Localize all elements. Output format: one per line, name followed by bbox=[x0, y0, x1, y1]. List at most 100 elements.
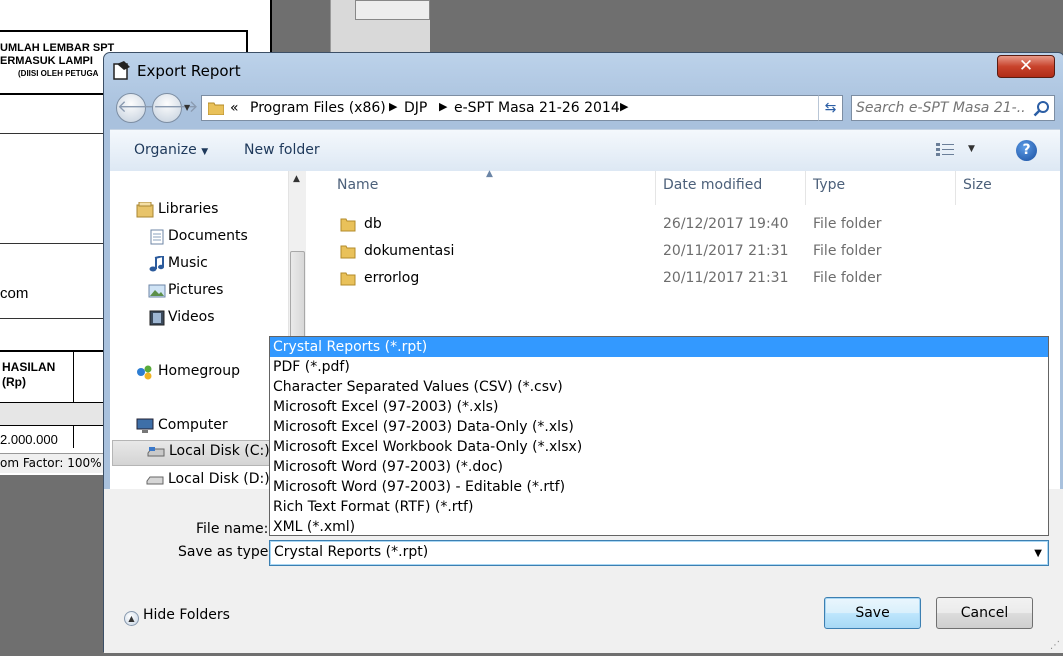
nav-label: Music bbox=[168, 255, 208, 271]
save-as-type-label: Save as type: bbox=[178, 544, 274, 560]
search-box[interactable] bbox=[851, 95, 1055, 121]
cancel-button[interactable]: Cancel bbox=[936, 597, 1033, 629]
file-name: dokumentasi bbox=[364, 243, 455, 259]
column-type[interactable]: Type bbox=[813, 177, 845, 201]
close-button[interactable]: ✕ bbox=[997, 55, 1055, 78]
address-bar[interactable]: « Program Files (x86) ▶ DJP ▶ e-SPT Masa… bbox=[201, 95, 843, 121]
nav-item-libraries[interactable]: Libraries bbox=[110, 199, 288, 223]
column-header: ▲ Name Date modified Type Size bbox=[314, 169, 1060, 205]
report-column-unit: (Rp) bbox=[2, 375, 26, 389]
save-as-type-dropdown-list: Crystal Reports (*.rpt) PDF (*.pdf) Char… bbox=[269, 336, 1049, 536]
save-button[interactable]: Save bbox=[824, 597, 921, 629]
videos-icon bbox=[149, 310, 165, 326]
scroll-up-icon[interactable]: ▲ bbox=[293, 174, 300, 184]
type-option-rtf[interactable]: Rich Text Format (RTF) (*.rtf) bbox=[270, 497, 1048, 517]
documents-icon bbox=[150, 229, 164, 245]
save-as-type-select[interactable]: Crystal Reports (*.rpt) ▼ bbox=[269, 540, 1049, 566]
file-name-label: File name: bbox=[196, 521, 269, 537]
file-date: 20/11/2017 21:31 bbox=[663, 270, 789, 286]
folder-icon bbox=[208, 102, 224, 115]
column-size[interactable]: Size bbox=[963, 177, 992, 201]
recent-locations-icon[interactable]: ▼ bbox=[184, 103, 190, 112]
dialog-title: Export Report bbox=[137, 62, 241, 80]
chevron-up-icon: ▲ bbox=[124, 611, 139, 626]
resize-grip-icon[interactable]: ⋰ bbox=[1050, 640, 1060, 651]
type-option-xml[interactable]: XML (*.xml) bbox=[270, 517, 1048, 537]
nav-label: Local Disk (C:) bbox=[169, 443, 270, 459]
report-header-line3: (DIISI OLEH PETUGA bbox=[18, 69, 99, 78]
file-name: errorlog bbox=[364, 270, 420, 286]
search-input[interactable] bbox=[856, 99, 1026, 117]
nav-label: Local Disk (D:) bbox=[168, 471, 270, 487]
sort-ascending-icon: ▲ bbox=[486, 169, 493, 179]
scrollbar-thumb[interactable] bbox=[290, 251, 305, 341]
search-icon[interactable] bbox=[1033, 100, 1050, 117]
crystal-reports-icon bbox=[113, 61, 130, 80]
file-type: File folder bbox=[813, 216, 882, 232]
column-date-modified[interactable]: Date modified bbox=[663, 177, 762, 201]
type-option-xlsx-data-only[interactable]: Microsoft Excel Workbook Data-Only (*.xl… bbox=[270, 437, 1048, 457]
column-name[interactable]: Name bbox=[337, 177, 378, 201]
libraries-icon bbox=[136, 202, 154, 218]
breadcrumb-espt[interactable]: e-SPT Masa 21-26 2014 bbox=[454, 100, 620, 116]
breadcrumb-overflow[interactable]: « bbox=[230, 100, 239, 116]
nav-label: Libraries bbox=[158, 201, 219, 217]
breadcrumb-djp[interactable]: DJP bbox=[404, 100, 427, 116]
organize-label: Organize bbox=[134, 142, 197, 158]
file-type: File folder bbox=[813, 270, 882, 286]
help-button[interactable]: ? bbox=[1016, 140, 1037, 161]
command-bar: Organize ▼ New folder ▼ ? bbox=[110, 129, 1060, 171]
file-row[interactable]: dokumentasi 20/11/2017 21:31 File folder bbox=[314, 238, 1060, 265]
nav-item-documents[interactable]: Documents bbox=[110, 226, 288, 250]
folder-icon bbox=[340, 218, 356, 232]
file-row[interactable]: db 26/12/2017 19:40 File folder bbox=[314, 211, 1060, 238]
nav-item-pictures[interactable]: Pictures bbox=[110, 280, 288, 304]
homegroup-icon bbox=[137, 365, 152, 380]
drive-icon bbox=[146, 476, 164, 485]
organize-button[interactable]: Organize ▼ bbox=[134, 142, 208, 158]
chevron-right-icon[interactable]: ▶ bbox=[620, 100, 628, 113]
file-row[interactable]: errorlog 20/11/2017 21:31 File folder bbox=[314, 265, 1060, 292]
view-options-icon[interactable] bbox=[936, 142, 956, 158]
chevron-down-icon[interactable]: ▼ bbox=[1034, 548, 1042, 559]
nav-item-local-disk-c[interactable]: Local Disk (C:) bbox=[112, 440, 272, 466]
type-option-pdf[interactable]: PDF (*.pdf) bbox=[270, 357, 1048, 377]
nav-label: Videos bbox=[168, 309, 215, 325]
type-option-xls-data-only[interactable]: Microsoft Excel (97-2003) Data-Only (*.x… bbox=[270, 417, 1048, 437]
file-type: File folder bbox=[813, 243, 882, 259]
new-folder-button[interactable]: New folder bbox=[244, 142, 320, 158]
nav-label: Documents bbox=[168, 228, 248, 244]
background-panel-button bbox=[355, 0, 430, 20]
chevron-right-icon[interactable]: ▶ bbox=[389, 100, 397, 113]
zoom-status: om Factor: 100% bbox=[0, 453, 108, 473]
refresh-icon[interactable]: ⇆ bbox=[818, 95, 843, 121]
nav-item-videos[interactable]: Videos bbox=[110, 307, 288, 331]
breadcrumb-program-files[interactable]: Program Files (x86) bbox=[250, 100, 386, 116]
nav-label: Homegroup bbox=[158, 363, 241, 379]
title-bar[interactable]: Export Report ✕ bbox=[104, 53, 1063, 89]
file-name: db bbox=[364, 216, 382, 232]
type-option-xls[interactable]: Microsoft Excel (97-2003) (*.xls) bbox=[270, 397, 1048, 417]
nav-item-computer[interactable]: Computer bbox=[110, 415, 288, 439]
report-amount: 2.000.000 bbox=[0, 432, 58, 447]
type-option-crystal-reports[interactable]: Crystal Reports (*.rpt) bbox=[270, 337, 1048, 357]
chevron-right-icon[interactable]: ▶ bbox=[439, 100, 447, 113]
nav-item-homegroup[interactable]: Homegroup bbox=[110, 361, 288, 385]
forward-button[interactable]: 🡒 bbox=[152, 93, 199, 123]
file-date: 20/11/2017 21:31 bbox=[663, 243, 789, 259]
nav-item-music[interactable]: Music bbox=[110, 253, 288, 277]
folder-icon bbox=[340, 272, 356, 286]
nav-label: Pictures bbox=[168, 282, 224, 298]
hide-folders-button[interactable]: ▲ Hide Folders bbox=[124, 607, 230, 626]
type-option-rtf-editable[interactable]: Microsoft Word (97-2003) - Editable (*.r… bbox=[270, 477, 1048, 497]
computer-icon bbox=[136, 418, 154, 433]
chevron-down-icon[interactable]: ▼ bbox=[968, 144, 975, 154]
back-button[interactable]: 🡐 bbox=[116, 93, 163, 123]
report-email-fragment: com bbox=[0, 285, 29, 302]
pictures-icon bbox=[148, 284, 166, 298]
drive-icon bbox=[147, 447, 165, 457]
type-option-doc[interactable]: Microsoft Word (97-2003) (*.doc) bbox=[270, 457, 1048, 477]
report-header-line2: ERMASUK LAMPI bbox=[0, 55, 93, 67]
report-header-line1: UMLAH LEMBAR SPT bbox=[0, 42, 115, 54]
type-option-csv[interactable]: Character Separated Values (CSV) (*.csv) bbox=[270, 377, 1048, 397]
